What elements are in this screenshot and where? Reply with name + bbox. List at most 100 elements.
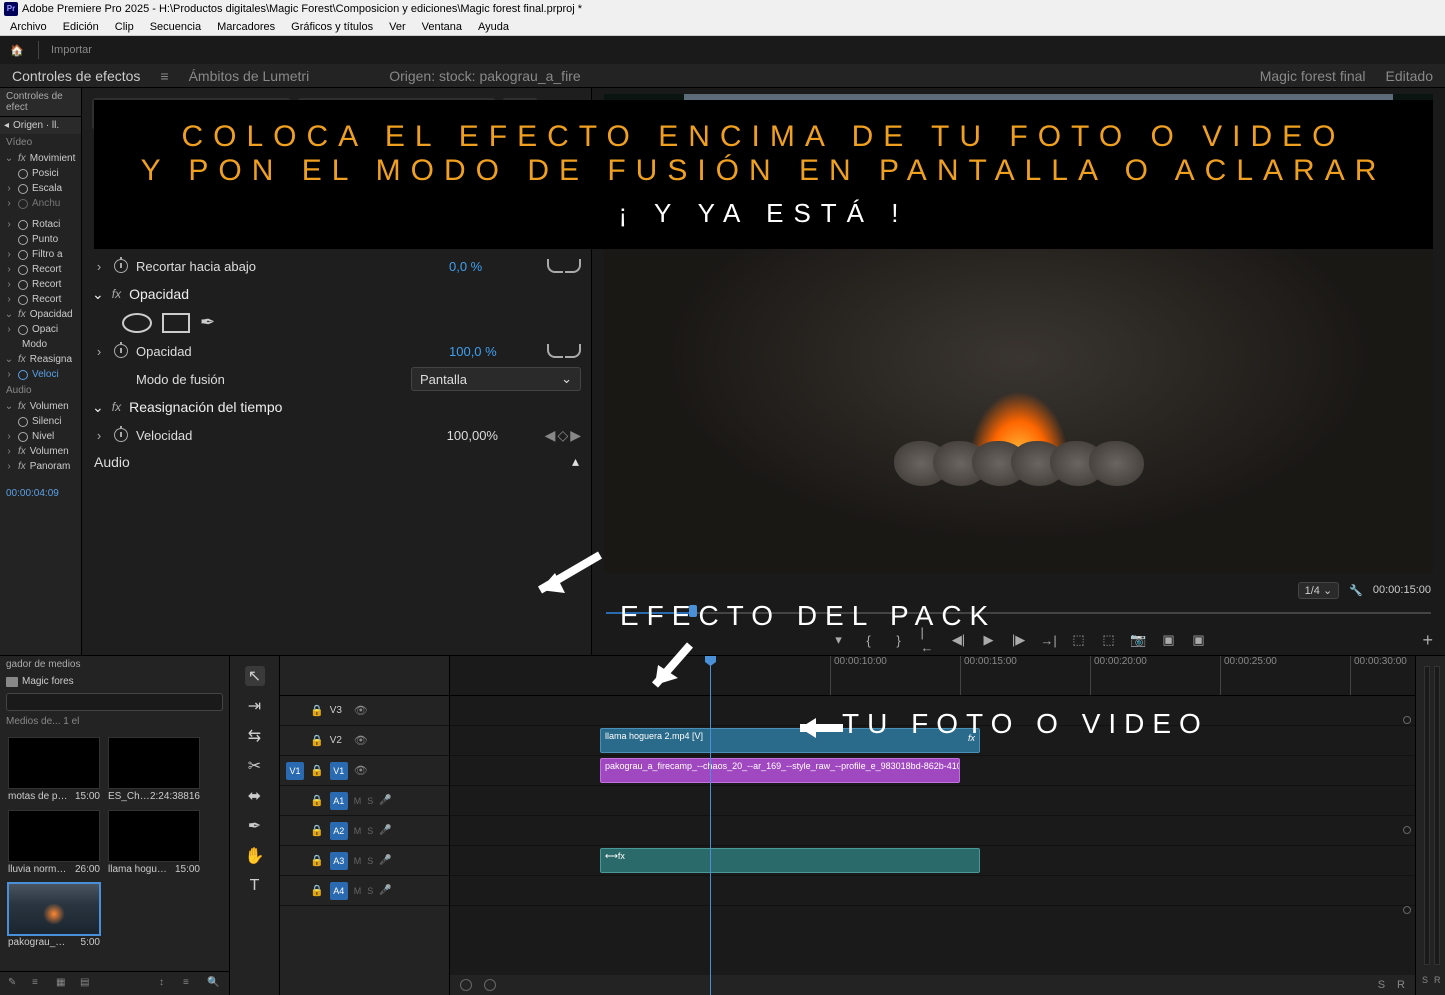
media-item[interactable]: lluvia normal.mp426:00 (8, 810, 100, 875)
tree-width[interactable]: Anchu (32, 198, 60, 209)
reset-icon[interactable] (547, 147, 563, 161)
go-in-icon[interactable]: |← (921, 632, 937, 648)
mic-icon[interactable]: 🎤 (379, 885, 391, 896)
blend-mode-dropdown[interactable]: Pantalla⌄ (411, 367, 581, 391)
lock-icon[interactable]: 🔒 (310, 854, 324, 867)
lock-icon[interactable]: 🔒 (310, 734, 324, 747)
slip-tool-icon[interactable]: ⬌ (245, 786, 265, 806)
ripple-tool-icon[interactable]: ⇆ (245, 726, 265, 746)
time-ruler[interactable]: 00:00:10:00 00:00:15:00 00:00:20:00 00:0… (450, 656, 1415, 696)
tree-opacity[interactable]: Opacidad (30, 309, 73, 320)
compare-icon[interactable]: ▣ (1161, 632, 1177, 648)
mark-in-icon[interactable]: { (861, 632, 877, 648)
stopwatch-icon[interactable] (114, 203, 128, 217)
mic-icon[interactable]: 🎤 (379, 795, 391, 806)
freeform-icon[interactable]: ▤ (80, 977, 94, 991)
next-key-icon[interactable]: ▶ (570, 427, 581, 444)
track-target[interactable]: A1 (330, 792, 348, 810)
tree-position[interactable]: Posici (32, 168, 59, 179)
tree-level[interactable]: Nivel (32, 431, 54, 442)
zoom-handle[interactable] (1403, 716, 1411, 724)
tree-pan[interactable]: Panoram (30, 461, 71, 472)
playhead-icon[interactable] (689, 605, 697, 617)
media-item[interactable]: ES_Choir H...2:24:38816 (108, 737, 200, 802)
tree-crop3[interactable]: Recort (32, 294, 61, 305)
media-item-selected[interactable]: pakograu_a_firec...5:00 (8, 883, 100, 948)
source-crumb[interactable]: ◂ Origen · ll. (0, 117, 81, 134)
media-item[interactable]: llama hoguera 2...15:00 (108, 810, 200, 875)
new-item-icon[interactable]: ✎ (8, 977, 22, 991)
icon-view-icon[interactable]: ▦ (56, 977, 70, 991)
wrench-icon[interactable]: 🔧 (1349, 584, 1363, 597)
track-target[interactable]: A4 (330, 882, 348, 900)
lock-icon[interactable]: 🔒 (310, 794, 324, 807)
circle-icon[interactable] (484, 979, 496, 991)
track-target[interactable]: A3 (330, 852, 348, 870)
clip-audio[interactable]: ⟷fx (600, 848, 980, 873)
mark-out-icon[interactable]: } (891, 632, 907, 648)
add-key-icon[interactable]: ◇ (557, 427, 568, 444)
auto-icon[interactable]: ≡ (183, 977, 197, 991)
track-target[interactable]: V1 (330, 762, 348, 780)
clip-effect[interactable]: llama hoguera 2.mp4 [V]fx (600, 728, 980, 753)
razor-tool-icon[interactable]: ✂ (245, 756, 265, 776)
stopwatch-icon[interactable] (114, 428, 128, 442)
tab-import[interactable]: Importar (51, 44, 92, 56)
media-search-input[interactable] (6, 693, 223, 711)
tab-effect-controls[interactable]: Controles de efectos (12, 68, 140, 84)
pen-tool-icon[interactable]: ✒ (245, 816, 265, 836)
stopwatch-icon[interactable] (114, 259, 128, 273)
program-viewport[interactable] (604, 94, 1433, 573)
tree-flicker[interactable]: Filtro a (32, 249, 63, 260)
pen-mask-icon[interactable]: ✒ (200, 312, 215, 333)
menu-view[interactable]: Ver (381, 21, 414, 33)
tree-motion[interactable]: Movimient (30, 153, 76, 164)
tree-scale[interactable]: Escala (32, 183, 62, 194)
step-back-icon[interactable]: ◀| (951, 632, 967, 648)
lock-icon[interactable]: 🔒 (310, 704, 324, 717)
lift-icon[interactable]: ⬚ (1071, 632, 1087, 648)
lock-icon[interactable]: 🔒 (310, 884, 324, 897)
proxy-icon[interactable]: ▣ (1191, 632, 1207, 648)
eye-icon[interactable]: 👁 (354, 704, 368, 717)
tree-anchor[interactable]: Punto (32, 234, 58, 245)
eye-icon[interactable]: 👁 (354, 734, 368, 747)
tree-blendmode[interactable]: Modo (22, 339, 47, 350)
rect-mask-icon[interactable] (162, 313, 190, 333)
circle-icon[interactable] (460, 979, 472, 991)
program-timecode[interactable]: 00:00:15:00 (1373, 584, 1431, 596)
menu-graphics[interactable]: Gráficos y títulos (283, 21, 381, 33)
meter-label-s[interactable]: S (1422, 975, 1428, 985)
meter-label-r[interactable]: R (1434, 975, 1441, 985)
menu-help[interactable]: Ayuda (470, 21, 517, 33)
step-fwd-icon[interactable]: |▶ (1011, 632, 1027, 648)
prev-key-icon[interactable]: ◀ (545, 427, 556, 444)
tree-volume[interactable]: Volumen (30, 401, 69, 412)
ellipse-mask-icon[interactable] (122, 313, 152, 333)
menu-file[interactable]: Archivo (2, 21, 55, 33)
tab-lumetri-scopes[interactable]: Ámbitos de Lumetri (189, 68, 310, 84)
track-target[interactable]: A2 (330, 822, 348, 840)
add-marker-icon[interactable]: ▾ (831, 632, 847, 648)
media-tabs[interactable]: Medios de... 1 el (0, 714, 229, 729)
menu-edit[interactable]: Edición (55, 21, 107, 33)
selection-tool-icon[interactable]: ↖ (245, 666, 265, 686)
lock-icon[interactable]: 🔒 (310, 824, 324, 837)
sr-r[interactable]: R (1397, 979, 1405, 991)
fx-icon[interactable]: fx (112, 287, 121, 301)
tree-speed[interactable]: Veloci (32, 369, 59, 380)
mic-icon[interactable]: 🎤 (379, 855, 391, 866)
stopwatch-icon[interactable] (114, 344, 128, 358)
source-patch[interactable]: V1 (286, 762, 304, 780)
collapse-icon[interactable]: ▴ (572, 453, 579, 470)
sr-s[interactable]: S (1378, 979, 1385, 991)
panel-menu-icon[interactable]: ≡ (160, 68, 168, 84)
extract-icon[interactable]: ⬚ (1101, 632, 1117, 648)
stopwatch-icon[interactable] (114, 147, 128, 161)
play-icon[interactable]: ▶ (981, 632, 997, 648)
chip-origin[interactable]: Origen · llama hoguera... (92, 98, 291, 130)
go-out-icon[interactable]: →| (1041, 632, 1057, 648)
program-scrubber[interactable] (606, 601, 1431, 625)
menu-sequence[interactable]: Secuencia (142, 21, 209, 33)
reset-icon[interactable] (565, 147, 581, 161)
